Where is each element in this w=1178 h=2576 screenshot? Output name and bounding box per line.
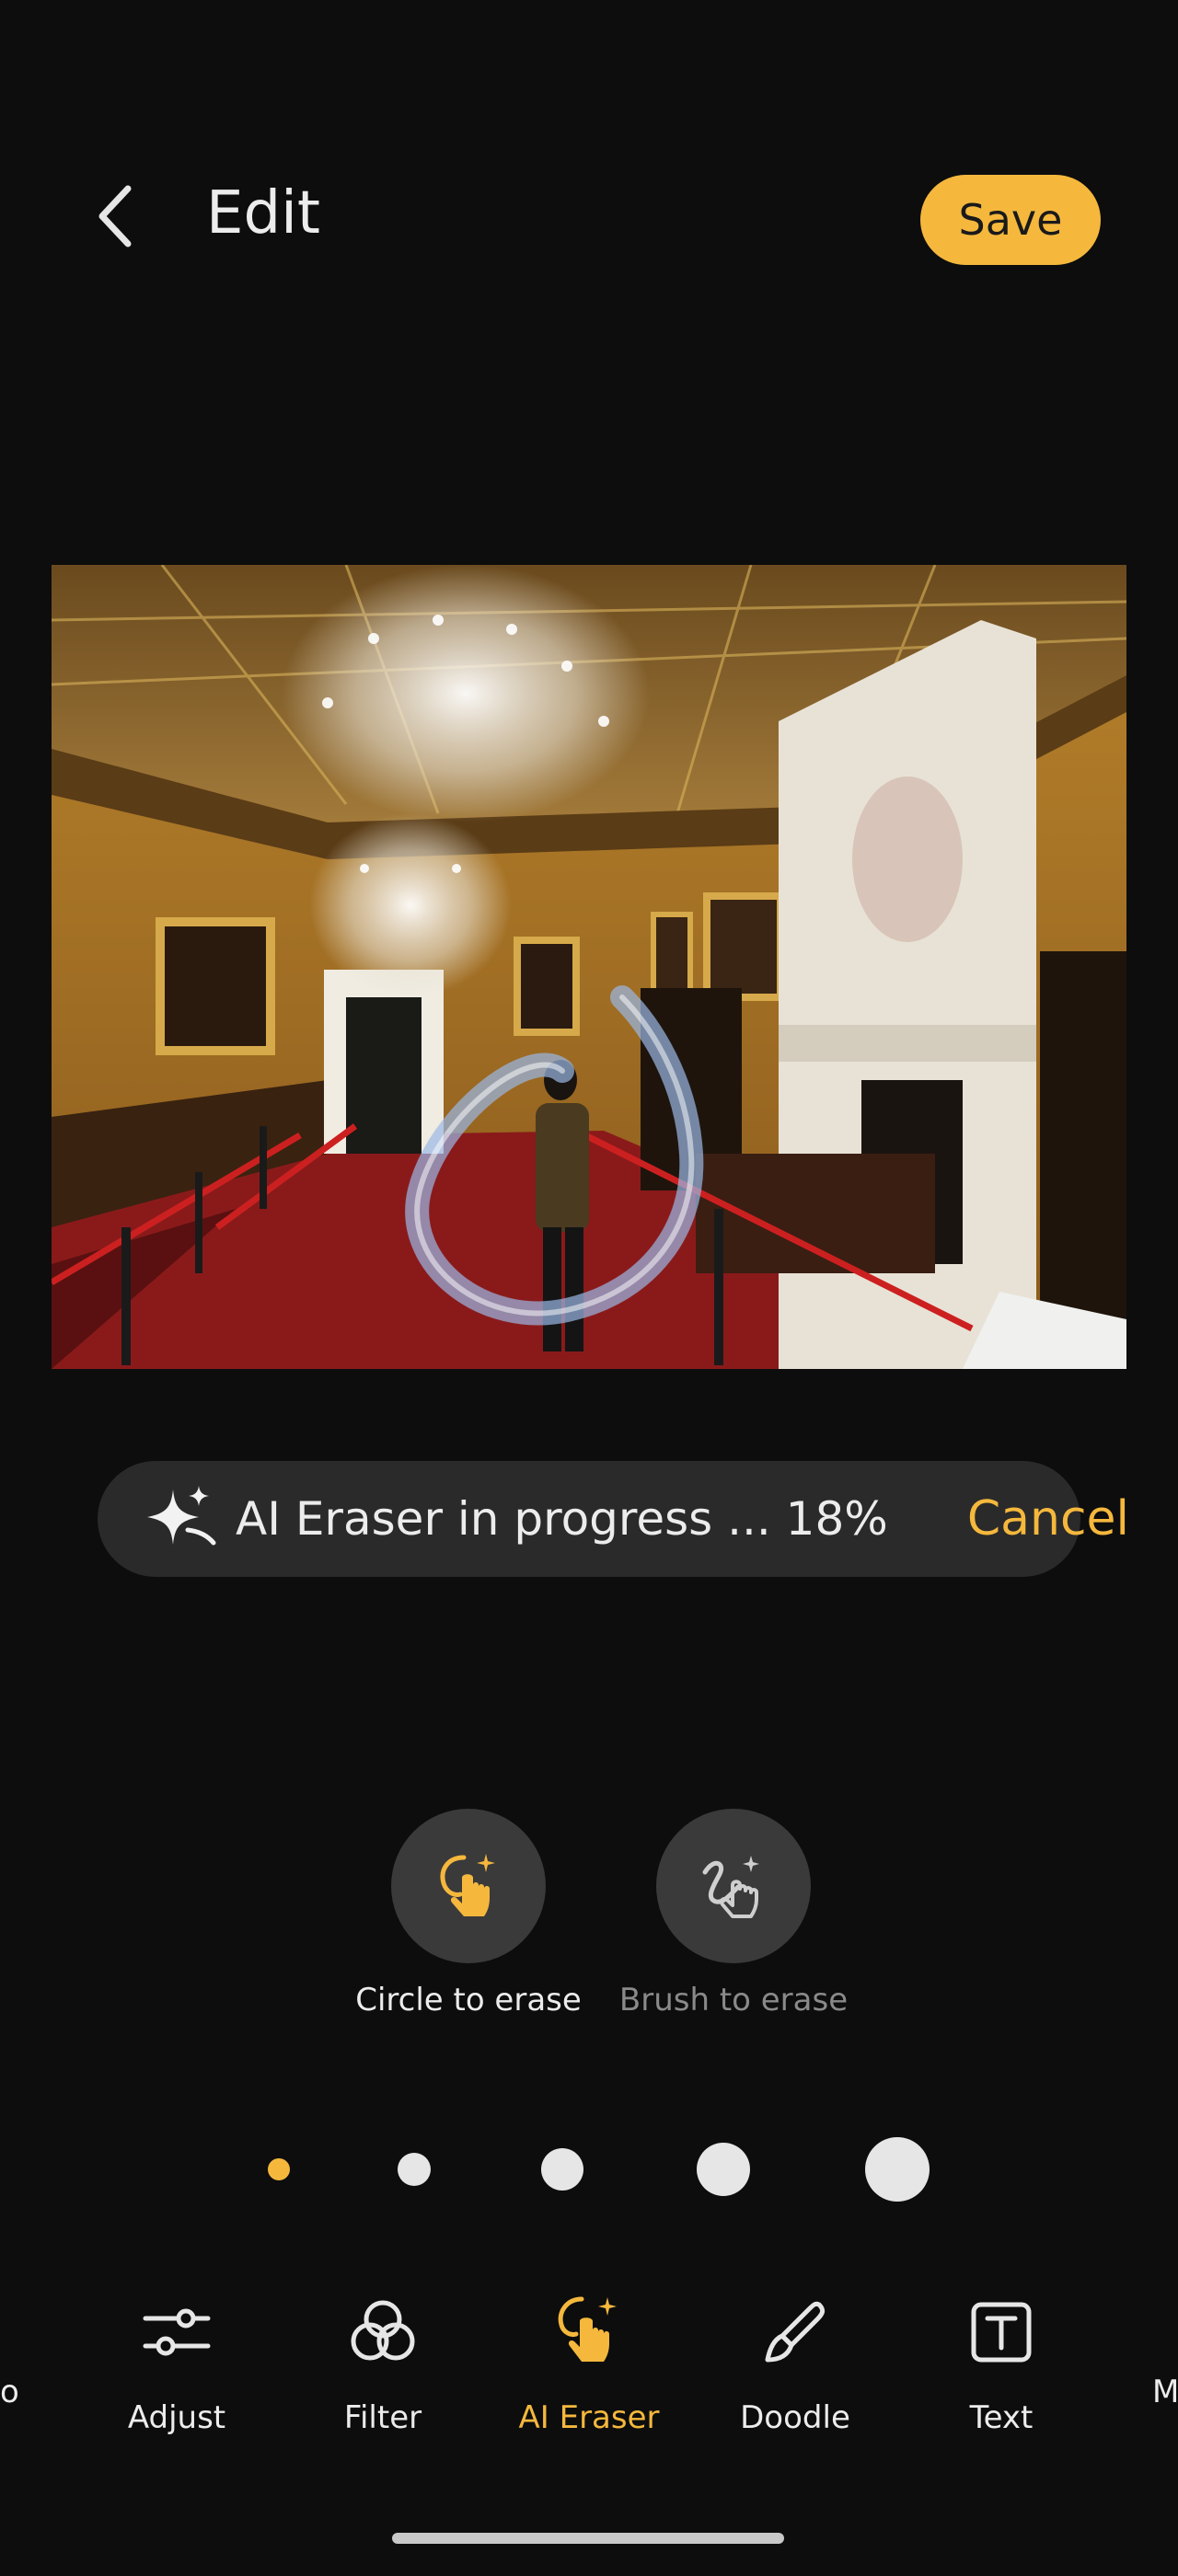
tool-ai-eraser[interactable]: AI Eraser	[497, 2291, 681, 2436]
circle-erase-icon-bg	[391, 1809, 546, 1963]
brush-to-erase-label: Brush to erase	[618, 1982, 849, 2018]
brush-size-5[interactable]	[865, 2137, 930, 2202]
page-title: Edit	[206, 179, 320, 247]
save-button[interactable]: Save	[920, 175, 1101, 265]
brush-to-erase-button[interactable]: Brush to erase	[619, 1809, 848, 2018]
tool-text[interactable]: Text	[909, 2291, 1093, 2436]
tool-text-label: Text	[969, 2399, 1034, 2436]
brush-tap-icon	[702, 1856, 759, 1918]
text-box-icon	[960, 2291, 1043, 2374]
circle-tap-icon	[440, 1854, 495, 1916]
home-indicator[interactable]	[392, 2533, 784, 2544]
tool-adjust[interactable]: Adjust	[85, 2291, 269, 2436]
back-button[interactable]	[83, 175, 147, 258]
tool-adjust-label: Adjust	[127, 2399, 226, 2436]
ai-eraser-progress-bar: AI Eraser in progress ... 18% Cancel	[98, 1461, 1129, 1577]
photo-preview[interactable]	[52, 565, 1126, 1369]
brush-icon	[754, 2291, 837, 2374]
brush-size-2[interactable]	[398, 2153, 431, 2186]
tool-ai-eraser-label: AI Eraser	[518, 2399, 660, 2436]
palace-hall-photo	[52, 565, 1126, 1369]
tool-doodle-label: Doodle	[740, 2399, 850, 2436]
tool-doodle[interactable]: Doodle	[703, 2291, 887, 2436]
filter-circles-icon	[341, 2291, 424, 2374]
brush-erase-icon-bg	[656, 1809, 811, 1963]
tool-filter-label: Filter	[343, 2399, 422, 2436]
brush-size-3[interactable]	[541, 2148, 583, 2191]
progress-text: AI Eraser in progress ... 18%	[236, 1492, 888, 1546]
sliders-icon	[135, 2291, 218, 2374]
brush-size-4[interactable]	[697, 2143, 750, 2196]
circle-to-erase-button[interactable]: Circle to erase	[355, 1809, 582, 2018]
cancel-button[interactable]: Cancel	[967, 1491, 1129, 1547]
tool-partial-left[interactable]: o	[0, 2374, 19, 2410]
ai-eraser-icon	[548, 2291, 630, 2374]
tool-partial-right[interactable]: M	[1152, 2374, 1178, 2410]
tool-filter[interactable]: Filter	[291, 2291, 475, 2436]
circle-to-erase-label: Circle to erase	[355, 1982, 582, 2018]
chevron-left-icon	[98, 185, 132, 247]
sparkle-icon	[144, 1482, 217, 1556]
brush-size-1[interactable]	[268, 2158, 290, 2180]
